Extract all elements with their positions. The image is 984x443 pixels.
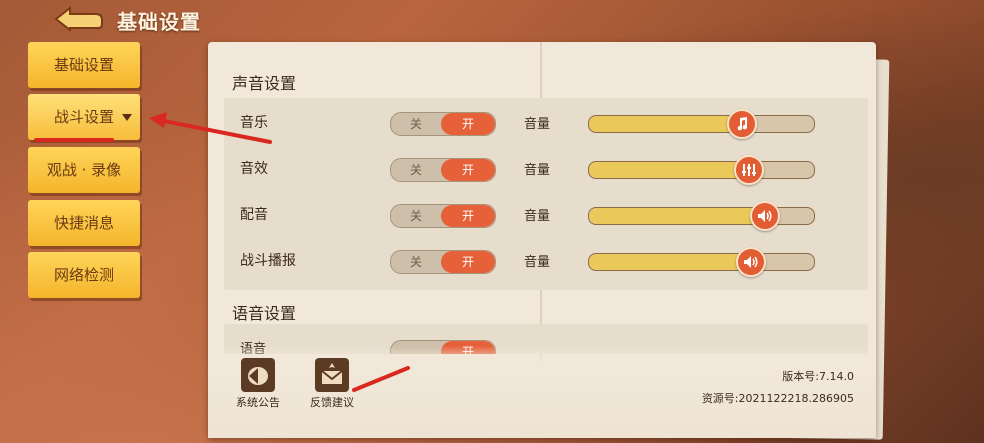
sound-row-effects: 音效 关 开 音量 bbox=[224, 146, 868, 192]
top-bar: 基础设置 bbox=[0, 0, 984, 38]
side-item-basic-settings[interactable]: 基础设置 bbox=[28, 42, 140, 88]
toggle-on[interactable]: 开 bbox=[441, 205, 495, 227]
effects-volume-slider[interactable] bbox=[588, 155, 815, 185]
announcement-icon bbox=[241, 358, 275, 392]
sound-section-title: 声音设置 bbox=[232, 74, 297, 93]
slider-fill bbox=[589, 116, 742, 132]
music-toggle[interactable]: 关 开 bbox=[390, 112, 496, 136]
sound-row-music: 音乐 关 开 音量 bbox=[224, 100, 868, 146]
slider-fill bbox=[589, 254, 751, 270]
side-item-quick-messages[interactable]: 快捷消息 bbox=[28, 200, 140, 246]
feedback-mail-icon bbox=[315, 358, 349, 392]
shortcut-label: 系统公告 bbox=[236, 396, 280, 409]
volume-label: 音量 bbox=[524, 209, 551, 224]
toggle-on[interactable]: 开 bbox=[441, 159, 495, 181]
toggle-off[interactable]: 关 bbox=[391, 159, 441, 181]
version-number: 版本号:7.14.0 bbox=[782, 370, 854, 383]
bottom-bar: 系统公告 反馈建议 版本号:7.14.0 资源号:2021122218.2869… bbox=[208, 346, 876, 438]
side-item-spectate-replay[interactable]: 观战 · 录像 bbox=[28, 147, 140, 193]
side-item-network-test[interactable]: 网络检测 bbox=[28, 252, 140, 298]
system-announcement-button[interactable]: 系统公告 bbox=[228, 358, 288, 410]
sound-rows: 音乐 关 开 音量 音效 关 开 音量 配音 关 开 音量 战斗播报 关 开 音… bbox=[224, 98, 868, 290]
voiceover-volume-slider[interactable] bbox=[588, 201, 815, 231]
toggle-on[interactable]: 开 bbox=[441, 251, 495, 273]
side-item-label: 战斗设置 bbox=[53, 108, 114, 126]
sound-row-battle-broadcast: 战斗播报 关 开 音量 bbox=[224, 238, 868, 284]
row-label: 战斗播报 bbox=[240, 253, 296, 269]
toggle-off[interactable]: 关 bbox=[391, 251, 441, 273]
volume-label: 音量 bbox=[524, 163, 551, 178]
volume-label: 音量 bbox=[524, 117, 551, 132]
slider-fill bbox=[589, 162, 749, 178]
back-arrow-icon[interactable] bbox=[52, 4, 104, 34]
toggle-on[interactable]: 开 bbox=[441, 113, 495, 135]
caret-down-icon bbox=[122, 114, 132, 121]
row-label: 音乐 bbox=[240, 115, 268, 131]
toggle-off[interactable]: 关 bbox=[391, 205, 441, 227]
sound-row-voiceover: 配音 关 开 音量 bbox=[224, 192, 868, 238]
feedback-button[interactable]: 反馈建议 bbox=[302, 358, 362, 410]
voiceover-toggle[interactable]: 关 开 bbox=[390, 204, 496, 228]
side-item-battle-settings[interactable]: 战斗设置 bbox=[28, 94, 140, 140]
speaker-icon[interactable] bbox=[736, 247, 766, 277]
row-label: 配音 bbox=[240, 207, 268, 223]
voice-section-title: 语音设置 bbox=[232, 304, 297, 323]
page-title: 基础设置 bbox=[117, 10, 201, 34]
broadcast-volume-slider[interactable] bbox=[588, 247, 815, 277]
row-label: 音效 bbox=[240, 161, 268, 177]
annotation-underline bbox=[34, 138, 114, 142]
slider-fill bbox=[589, 208, 765, 224]
shortcut-label: 反馈建议 bbox=[310, 396, 354, 409]
effects-toggle[interactable]: 关 开 bbox=[390, 158, 496, 182]
settings-panel: 声音设置 音乐 关 开 音量 音效 关 开 音量 配音 关 开 音量 战斗播报 … bbox=[208, 42, 876, 438]
music-volume-slider[interactable] bbox=[588, 109, 815, 139]
speaker-icon[interactable] bbox=[749, 201, 780, 231]
volume-label: 音量 bbox=[524, 255, 551, 270]
resource-number: 资源号:2021122218.286905 bbox=[701, 392, 854, 405]
toggle-off[interactable]: 关 bbox=[391, 113, 441, 135]
music-note-icon[interactable] bbox=[727, 109, 757, 139]
equalizer-icon[interactable] bbox=[733, 155, 764, 185]
broadcast-toggle[interactable]: 关 开 bbox=[390, 250, 496, 274]
